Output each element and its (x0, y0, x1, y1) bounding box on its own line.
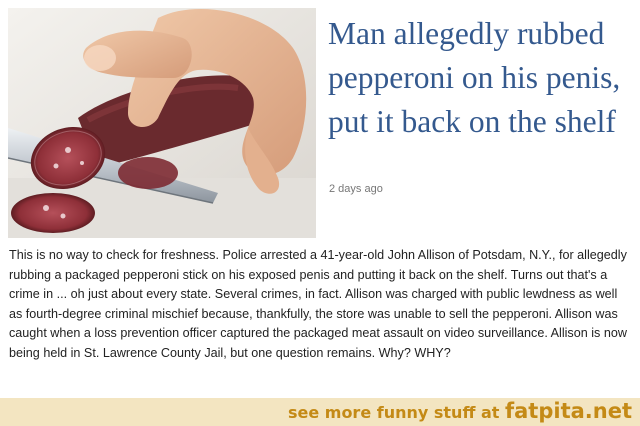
footer-site-link[interactable]: see more funny stuff at fatpita.net (288, 399, 632, 423)
article-headline[interactable]: Man allegedly rubbed pepperoni on his pe… (328, 12, 633, 144)
article-timestamp: 2 days ago (329, 183, 383, 195)
pepperoni-photo-illustration (8, 8, 316, 238)
footer-brand: fatpita.net (505, 399, 632, 423)
article-body: This is no way to check for freshness. P… (9, 248, 627, 360)
footer-tagline: see more funny stuff at (287, 403, 500, 422)
footer-banner: see more funny stuff at fatpita.net (0, 398, 640, 426)
article-photo[interactable] (8, 8, 316, 238)
